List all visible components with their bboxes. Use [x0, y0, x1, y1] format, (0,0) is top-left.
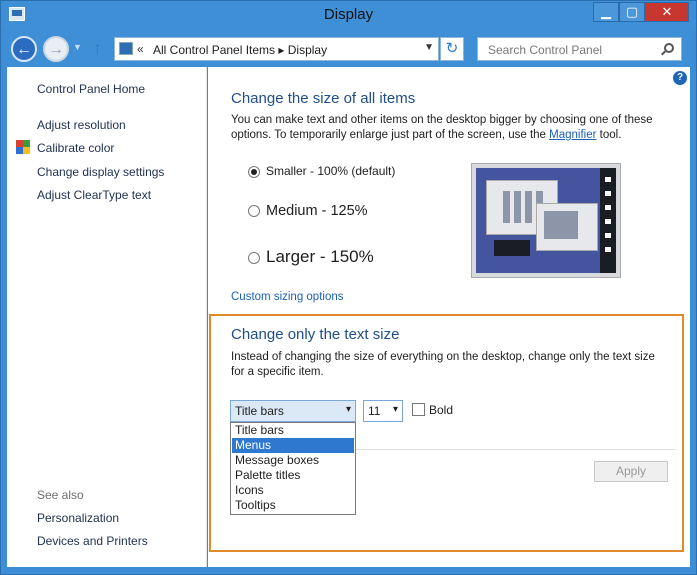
radio-larger[interactable]	[248, 251, 260, 264]
custom-sizing-link[interactable]: Custom sizing options	[231, 290, 344, 305]
help-icon[interactable]: ?	[673, 71, 687, 85]
option-medium-label: Medium - 125%	[266, 203, 368, 219]
see-also-label: See also	[37, 488, 84, 502]
item-dropdown-list[interactable]: Title bars Menus Message boxes Palette t…	[230, 422, 356, 515]
option-larger-label: Larger - 150%	[266, 247, 374, 266]
text-size-heading: Change only the text size	[231, 326, 400, 343]
item-select[interactable]: Title bars ▾	[230, 400, 356, 422]
apply-button[interactable]: Apply	[594, 461, 668, 482]
text-size-description-line2: for a specific item.	[231, 366, 324, 378]
address-chevron[interactable]: «	[137, 42, 144, 56]
sidebar-item-adjust-cleartype[interactable]: Adjust ClearType text	[37, 188, 151, 202]
control-panel-icon	[119, 42, 133, 55]
sidebar-item-devices-and-printers[interactable]: Devices and Printers	[37, 534, 148, 548]
radio-medium[interactable]	[248, 205, 260, 218]
search-icon[interactable]	[664, 43, 674, 53]
font-size-value: 11	[368, 404, 381, 418]
window-title: Display	[323, 6, 374, 23]
chevron-down-icon[interactable]: ▾	[393, 404, 398, 415]
item-select-value: Title bars	[235, 404, 284, 418]
magnifier-link[interactable]: Magnifier	[549, 129, 596, 141]
size-description-post: tool.	[596, 129, 622, 141]
text-size-description-line1: Instead of changing the size of everythi…	[231, 351, 655, 363]
size-description-line2: options. To temporarily enlarge just par…	[231, 128, 653, 143]
up-button[interactable]: ↑	[93, 38, 102, 59]
maximize-button[interactable]: ▢	[619, 2, 645, 22]
address-dropdown-icon[interactable]: ▼	[424, 42, 434, 53]
option-smaller-label: Smaller - 100% (default)	[266, 164, 396, 178]
size-description-line1: You can make text and other items on the…	[231, 114, 653, 126]
sidebar-control-panel-home[interactable]: Control Panel Home	[37, 82, 145, 96]
bold-label[interactable]: Bold	[429, 403, 453, 417]
close-button[interactable]: ✕	[645, 2, 689, 22]
bold-checkbox[interactable]	[412, 403, 425, 416]
radio-smaller[interactable]	[248, 165, 260, 178]
sidebar-item-calibrate-color[interactable]: Calibrate color	[37, 141, 114, 155]
dropdown-item-menus[interactable]: Menus	[232, 438, 354, 453]
refresh-button[interactable]: ↻	[440, 37, 464, 61]
option-smaller[interactable]: Smaller - 100% (default)	[248, 164, 395, 178]
size-description: You can make text and other items on the…	[231, 113, 653, 143]
title-bar[interactable]: Display ▁ ▢ ✕	[1, 1, 696, 29]
sidebar-item-adjust-resolution[interactable]: Adjust resolution	[37, 118, 126, 132]
address-path[interactable]: All Control Panel Items ▸ Display	[153, 43, 327, 57]
search-placeholder: Search Control Panel	[488, 43, 603, 57]
divider	[356, 449, 676, 450]
shield-icon	[16, 140, 30, 154]
dropdown-item-palette-titles[interactable]: Palette titles	[232, 468, 354, 483]
size-heading: Change the size of all items	[231, 90, 416, 107]
size-preview-image	[471, 163, 621, 278]
forward-button[interactable]: →	[43, 36, 69, 62]
font-size-select[interactable]: 11 ▾	[363, 400, 403, 422]
text-size-description: Instead of changing the size of everythi…	[231, 350, 655, 380]
search-input[interactable]: Search Control Panel	[477, 37, 682, 61]
option-larger[interactable]: Larger - 150%	[248, 247, 374, 267]
size-description-pre: options. To temporarily enlarge just par…	[231, 129, 550, 141]
sidebar: Control Panel Home Adjust resolution Cal…	[7, 67, 207, 567]
main-content: ? Change the size of all items You can m…	[208, 67, 690, 567]
option-medium[interactable]: Medium - 125%	[248, 203, 368, 219]
dropdown-item-title-bars[interactable]: Title bars	[232, 423, 354, 438]
dropdown-item-tooltips[interactable]: Tooltips	[232, 498, 354, 513]
dropdown-item-message-boxes[interactable]: Message boxes	[232, 453, 354, 468]
back-button[interactable]: ←	[11, 36, 37, 62]
sidebar-item-personalization[interactable]: Personalization	[37, 511, 119, 525]
minimize-button[interactable]: ▁	[593, 2, 619, 22]
recent-pages-dropdown[interactable]: ▼	[73, 42, 82, 52]
window: Display ▁ ▢ ✕ ← → ▼ ↑ « All Control Pane…	[0, 0, 697, 575]
chevron-down-icon[interactable]: ▾	[346, 404, 351, 415]
navigation-bar: ← → ▼ ↑ « All Control Panel Items ▸ Disp…	[7, 29, 690, 67]
address-bar[interactable]: « All Control Panel Items ▸ Display ▼	[114, 37, 439, 61]
sidebar-item-change-display-settings[interactable]: Change display settings	[37, 165, 164, 179]
dropdown-item-icons[interactable]: Icons	[232, 483, 354, 498]
